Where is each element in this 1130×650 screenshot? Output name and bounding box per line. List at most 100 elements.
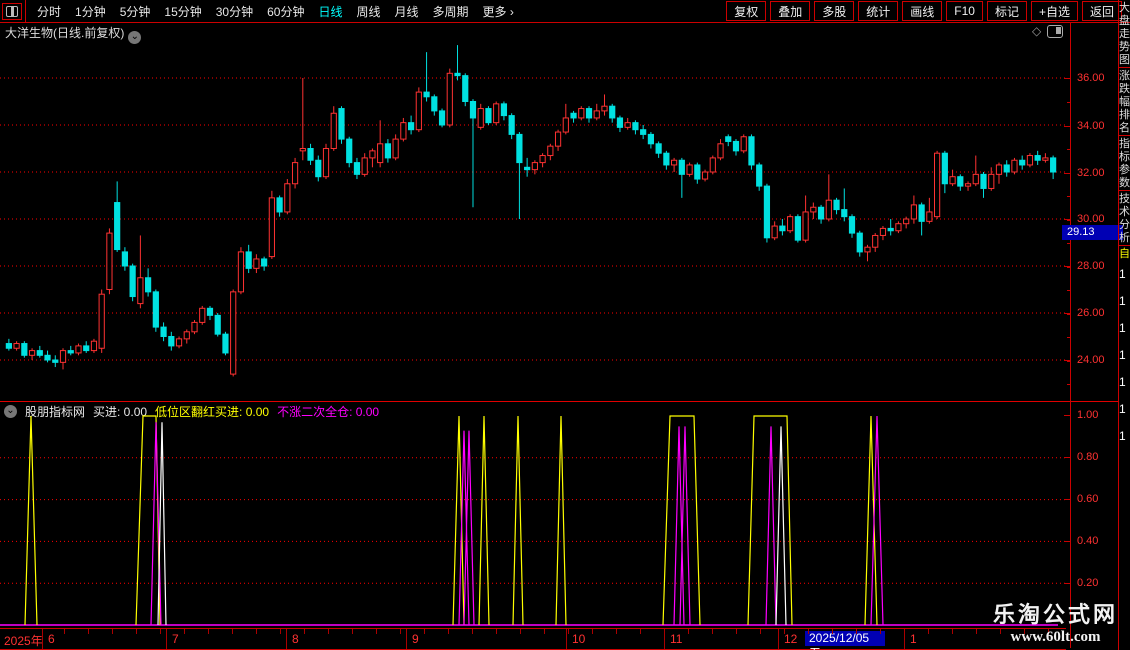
diamond-icon[interactable]: ◇	[1032, 24, 1041, 38]
strip-section-3[interactable]: 技术分析	[1119, 191, 1130, 246]
date-tick	[976, 629, 977, 634]
candle-down	[245, 251, 252, 269]
candle-down	[663, 152, 670, 166]
date-tick	[112, 629, 113, 634]
toolbar-button-画线[interactable]: 画线	[902, 1, 943, 21]
candle-up	[578, 108, 585, 119]
candle-down	[261, 258, 268, 267]
strip-section-2[interactable]: 指标参数	[1119, 136, 1130, 191]
candle-down	[485, 108, 492, 124]
axis-label-34.00: 34.00	[1077, 120, 1105, 132]
candle-up	[446, 72, 453, 126]
candle-up	[926, 211, 933, 222]
candle-up	[910, 204, 917, 220]
toolbar-button-复权[interactable]: 复权	[726, 1, 767, 21]
signal-spike	[555, 415, 567, 626]
toolbar-button-统计[interactable]: 统计	[858, 1, 899, 21]
strip-section-1[interactable]: 涨跌幅排名	[1119, 68, 1130, 136]
candle-down	[160, 326, 167, 338]
axis-minor-tick	[1067, 126, 1071, 127]
period-tab-15分钟[interactable]: 15分钟	[157, 3, 208, 20]
period-toolbar: 分时 1分钟 5分钟 15分钟 30分钟 60分钟 日线 周线 月线 多周期 更多 › 复权 叠加 多股…	[0, 0, 1130, 23]
candlestick-chart[interactable]	[0, 40, 1066, 402]
candle-down	[1050, 157, 1057, 173]
candle-up	[802, 211, 809, 241]
candle-up	[771, 225, 778, 239]
candle-up	[28, 350, 36, 356]
period-tab-5分钟[interactable]: 5分钟	[113, 3, 158, 20]
strip-char: 排	[1119, 109, 1130, 121]
chart-title-row: 大洋生物(日线.前复权) ⌄ ◇	[0, 23, 1066, 44]
period-tab-30分钟[interactable]: 30分钟	[209, 3, 260, 20]
candle-down	[887, 227, 894, 232]
period-tab-日线[interactable]: 日线	[311, 3, 349, 20]
candle-down	[570, 112, 577, 119]
strip-char: 涨	[1119, 70, 1130, 82]
toolbar-button-标记[interactable]: 标记	[986, 1, 1027, 21]
signal-spike	[870, 415, 884, 626]
axis-minor-tick	[1067, 267, 1071, 268]
candle-down	[678, 159, 685, 175]
axis-label-0.40: 0.40	[1077, 535, 1099, 547]
date-tick	[664, 629, 665, 634]
candle-down	[454, 72, 461, 77]
window-pane-icon	[6, 5, 18, 17]
axis-minor-tick	[1067, 149, 1071, 150]
date-tick	[232, 629, 233, 634]
candle-down	[833, 199, 840, 211]
candle-down	[763, 185, 771, 239]
strip-char: 势	[1119, 41, 1130, 53]
period-tab-1分钟[interactable]: 1分钟	[68, 3, 113, 20]
candle-down	[168, 336, 175, 347]
candle-up	[864, 246, 871, 253]
period-tab-分时[interactable]: 分时	[30, 3, 68, 20]
month-separator	[778, 629, 779, 649]
axis-minor-tick	[1067, 314, 1071, 315]
signal-spike	[864, 415, 878, 626]
candle-up	[322, 148, 330, 178]
axis-tick	[1064, 541, 1071, 542]
layout-split-button[interactable]	[2, 2, 22, 20]
candle-up	[400, 122, 407, 140]
date-tick	[712, 629, 713, 634]
strip-char: 跌	[1119, 83, 1130, 95]
candle-up	[810, 206, 817, 213]
toolbar-button-叠加[interactable]: 叠加	[770, 1, 811, 21]
indicator-chart[interactable]	[0, 404, 1066, 630]
candle-up	[562, 117, 569, 133]
candle-up	[601, 105, 608, 112]
axis-tick	[1064, 583, 1071, 584]
period-tab-月线[interactable]: 月线	[388, 3, 426, 20]
toolbar-button-F10[interactable]: F10	[946, 1, 983, 21]
date-tick	[352, 629, 353, 634]
candle-up	[995, 164, 1003, 175]
toolbar-button-返回[interactable]: 返回	[1081, 1, 1122, 21]
date-tick	[952, 629, 953, 634]
right-edge-strip[interactable]: 大盘走势图涨跌幅排名指标参数技术分析自 1 1 1 1 1 1 1	[1118, 0, 1130, 650]
candle-up	[593, 110, 600, 119]
strip-tag: 自	[1119, 248, 1130, 260]
month-label-6: 6	[48, 632, 55, 646]
axis-label-0.60: 0.60	[1077, 493, 1099, 505]
strip-digit: 1	[1119, 348, 1126, 362]
candle-down	[438, 110, 446, 126]
toolbar-button-+自选[interactable]: +自选	[1030, 1, 1078, 21]
strip-char: 标	[1119, 151, 1130, 163]
date-tick	[904, 629, 905, 634]
candle-up	[106, 232, 113, 291]
candle-up	[415, 91, 422, 131]
candle-down	[616, 117, 624, 128]
date-axis[interactable]: 2025年 2025/12/05五 6 7 8 9 10 11 12 1	[0, 628, 1066, 650]
period-tab-60分钟[interactable]: 60分钟	[260, 3, 311, 20]
date-tick	[856, 629, 857, 634]
window-icon[interactable]	[1047, 24, 1064, 38]
period-tab-周线[interactable]: 周线	[349, 3, 387, 20]
toolbar-button-多股[interactable]: 多股	[814, 1, 855, 21]
period-tab-多周期[interactable]: 多周期	[426, 3, 476, 20]
period-tab-更多 ›[interactable]: 更多 ›	[476, 3, 521, 20]
selected-date-badge: 2025/12/05五	[805, 631, 885, 650]
candle-down	[980, 173, 987, 189]
candle-up	[988, 173, 995, 189]
strip-section-0[interactable]: 大盘走势图	[1119, 0, 1130, 68]
candle-down	[941, 152, 948, 185]
